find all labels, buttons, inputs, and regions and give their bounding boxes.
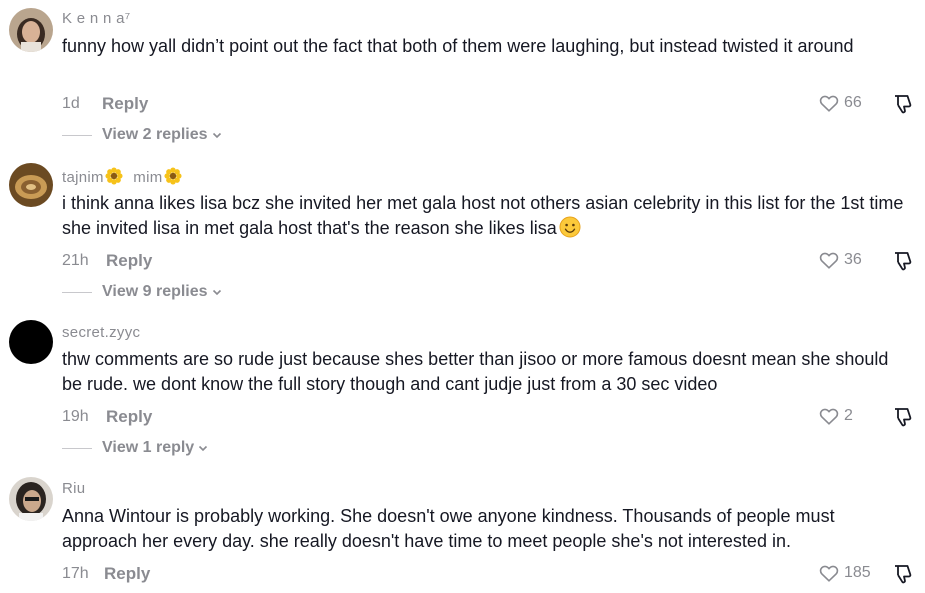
comment-username[interactable]: tajnim mim (62, 167, 182, 186)
divider (62, 447, 92, 449)
view-replies-label: View 1 reply (102, 439, 195, 456)
dislike-button[interactable] (891, 249, 915, 278)
sunflower-emoji-icon (163, 167, 182, 185)
comment-timestamp: 21h (62, 252, 89, 269)
reply-button[interactable]: Reply (106, 251, 152, 271)
heart-outline-icon (819, 565, 839, 582)
comment-text: Anna Wintour is probably working. She do… (62, 506, 835, 551)
comment-timestamp: 17h (62, 565, 89, 582)
comment-text-content: i think anna likes lisa bcz she invited … (62, 193, 904, 238)
view-replies-button[interactable]: View 1 reply (62, 439, 209, 457)
username-part: tajnim (62, 169, 104, 186)
like-count: 185 (844, 564, 871, 581)
dislike-button[interactable] (891, 405, 915, 434)
comment-username[interactable]: K e n n a⁷ (62, 10, 130, 27)
divider (62, 134, 92, 136)
avatar[interactable] (9, 477, 53, 521)
avatar[interactable] (9, 8, 53, 52)
view-replies-label: View 9 replies (102, 283, 208, 300)
like-count: 36 (844, 251, 862, 268)
comment-username[interactable]: secret.zyyc (62, 324, 140, 341)
like-button[interactable]: 36 (818, 249, 862, 271)
view-replies-label: View 2 replies (102, 126, 208, 143)
comment-timestamp: 19h (62, 408, 89, 425)
comment-username[interactable]: Riu (62, 480, 85, 497)
reply-button[interactable]: Reply (104, 564, 150, 584)
view-replies-button[interactable]: View 2 replies (62, 126, 223, 144)
avatar[interactable] (9, 320, 53, 364)
dislike-button[interactable] (891, 562, 915, 591)
view-replies-button[interactable]: View 9 replies (62, 283, 223, 301)
reply-button[interactable]: Reply (102, 94, 148, 114)
heart-outline-icon (819, 408, 839, 425)
reply-button[interactable]: Reply (106, 407, 152, 427)
thumbs-down-outline-icon (895, 565, 912, 584)
comment-timestamp: 1d (62, 95, 80, 112)
comment-text: funny how yall didn’t point out the fact… (62, 36, 854, 56)
chevron-down-icon (212, 289, 221, 296)
like-button[interactable]: 2 (818, 405, 853, 427)
heart-outline-icon (819, 252, 839, 269)
chevron-down-icon (212, 132, 221, 139)
avatar[interactable] (9, 163, 53, 207)
like-button[interactable]: 66 (818, 92, 862, 114)
smiling-face-emoji-icon (559, 216, 581, 238)
comment-text: i think anna likes lisa bcz she invited … (62, 191, 912, 241)
heart-outline-icon (819, 95, 839, 112)
chevron-down-icon (199, 445, 208, 452)
dislike-button[interactable] (891, 92, 915, 121)
divider (62, 291, 92, 293)
username-part: mim (133, 169, 163, 186)
sunflower-emoji-icon (105, 167, 123, 185)
like-count: 2 (844, 407, 853, 424)
thumbs-down-outline-icon (895, 95, 912, 114)
thumbs-down-outline-icon (895, 408, 912, 427)
like-button[interactable]: 185 (818, 562, 871, 584)
thumbs-down-outline-icon (895, 252, 912, 271)
like-count: 66 (844, 94, 862, 111)
comment-text: thw comments are so rude just because sh… (62, 349, 889, 394)
